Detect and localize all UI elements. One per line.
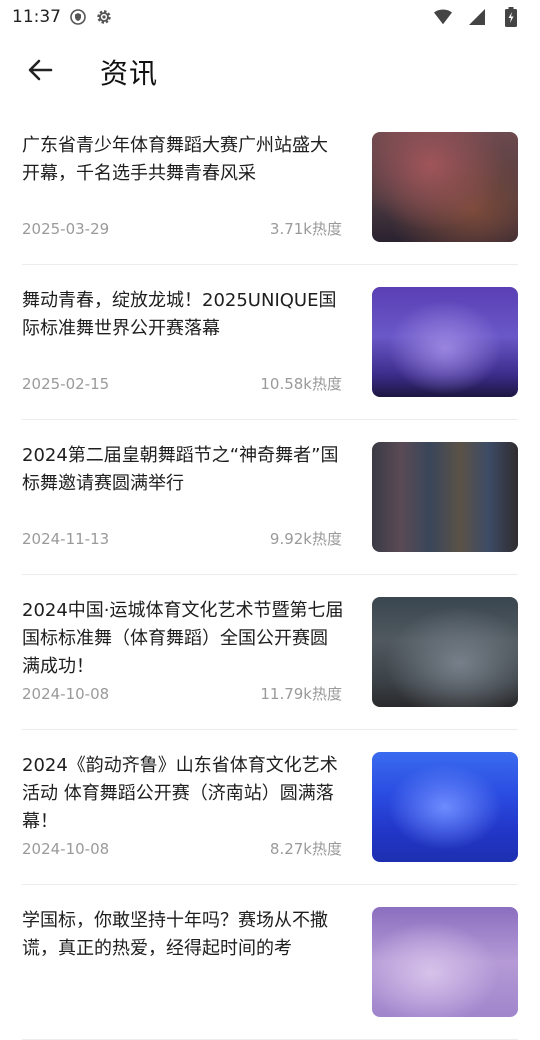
wifi-icon xyxy=(434,8,452,26)
news-thumbnail[interactable] xyxy=(372,752,518,862)
back-button[interactable] xyxy=(22,54,58,90)
shield-icon xyxy=(69,8,87,26)
news-item[interactable]: 2024第二届皇朝舞蹈节之“神奇舞者”国标舞邀请赛圆满举行 2024-11-13… xyxy=(22,420,518,575)
app-bar: 资讯 xyxy=(0,40,540,104)
page-title: 资讯 xyxy=(100,57,159,90)
news-item[interactable]: 舞动青春，绽放龙城！2025UNIQUE国际标准舞世界公开赛落幕 2025-02… xyxy=(22,265,518,420)
news-title: 学国标，你敢坚持十年吗？赛场从不撒谎，真正的热爱，经得起时间的考 xyxy=(22,910,328,959)
news-title: 2024中国·运城体育文化艺术节暨第七届国标标准舞（体育舞蹈）全国公开赛圆满成功… xyxy=(22,600,344,677)
news-thumbnail[interactable] xyxy=(372,597,518,707)
news-title: 2024第二届皇朝舞蹈节之“神奇舞者”国标舞邀请赛圆满举行 xyxy=(22,445,339,494)
news-heat: 3.71k热度 xyxy=(269,220,342,238)
news-date: 2024-10-08 xyxy=(22,840,110,858)
status-time: 11:37 xyxy=(12,7,61,27)
news-thumbnail[interactable] xyxy=(372,287,518,397)
news-thumbnail[interactable] xyxy=(372,132,518,242)
news-date: 2024-11-13 xyxy=(22,530,110,548)
news-item[interactable]: 学国标，你敢坚持十年吗？赛场从不撒谎，真正的热爱，经得起时间的考 xyxy=(22,885,518,1040)
battery-icon xyxy=(502,7,520,27)
status-bar: 11:37 xyxy=(0,0,540,34)
news-heat: 9.92k热度 xyxy=(269,530,342,548)
status-right-group xyxy=(434,7,528,27)
news-heat: 10.58k热度 xyxy=(260,375,342,393)
news-title: 舞动青春，绽放龙城！2025UNIQUE国际标准舞世界公开赛落幕 xyxy=(22,290,337,339)
news-thumbnail[interactable] xyxy=(372,907,518,1017)
news-heat: 11.79k热度 xyxy=(260,685,342,703)
arrow-left-icon xyxy=(27,57,53,87)
news-date: 2024-10-08 xyxy=(22,685,110,703)
signal-icon xyxy=(468,8,486,26)
news-item[interactable]: 2024《韵动齐鲁》山东省体育文化艺术活动 体育舞蹈公开赛（济南站）圆满落幕！ … xyxy=(22,730,518,885)
news-title: 2024《韵动齐鲁》山东省体育文化艺术活动 体育舞蹈公开赛（济南站）圆满落幕！ xyxy=(22,755,338,832)
news-thumbnail[interactable] xyxy=(372,442,518,552)
news-heat: 8.27k热度 xyxy=(269,840,342,858)
news-date: 2025-03-29 xyxy=(22,220,110,238)
news-item[interactable]: 2024中国·运城体育文化艺术节暨第七届国标标准舞（体育舞蹈）全国公开赛圆满成功… xyxy=(22,575,518,730)
news-date: 2025-02-15 xyxy=(22,375,110,393)
news-title: 广东省青少年体育舞蹈大赛广州站盛大开幕，千名选手共舞青春风采 xyxy=(22,135,328,184)
news-item[interactable]: 广东省青少年体育舞蹈大赛广州站盛大开幕，千名选手共舞青春风采 2025-03-2… xyxy=(22,110,518,265)
news-list: 广东省青少年体育舞蹈大赛广州站盛大开幕，千名选手共舞青春风采 2025-03-2… xyxy=(0,110,540,1040)
gear-icon xyxy=(95,8,113,26)
